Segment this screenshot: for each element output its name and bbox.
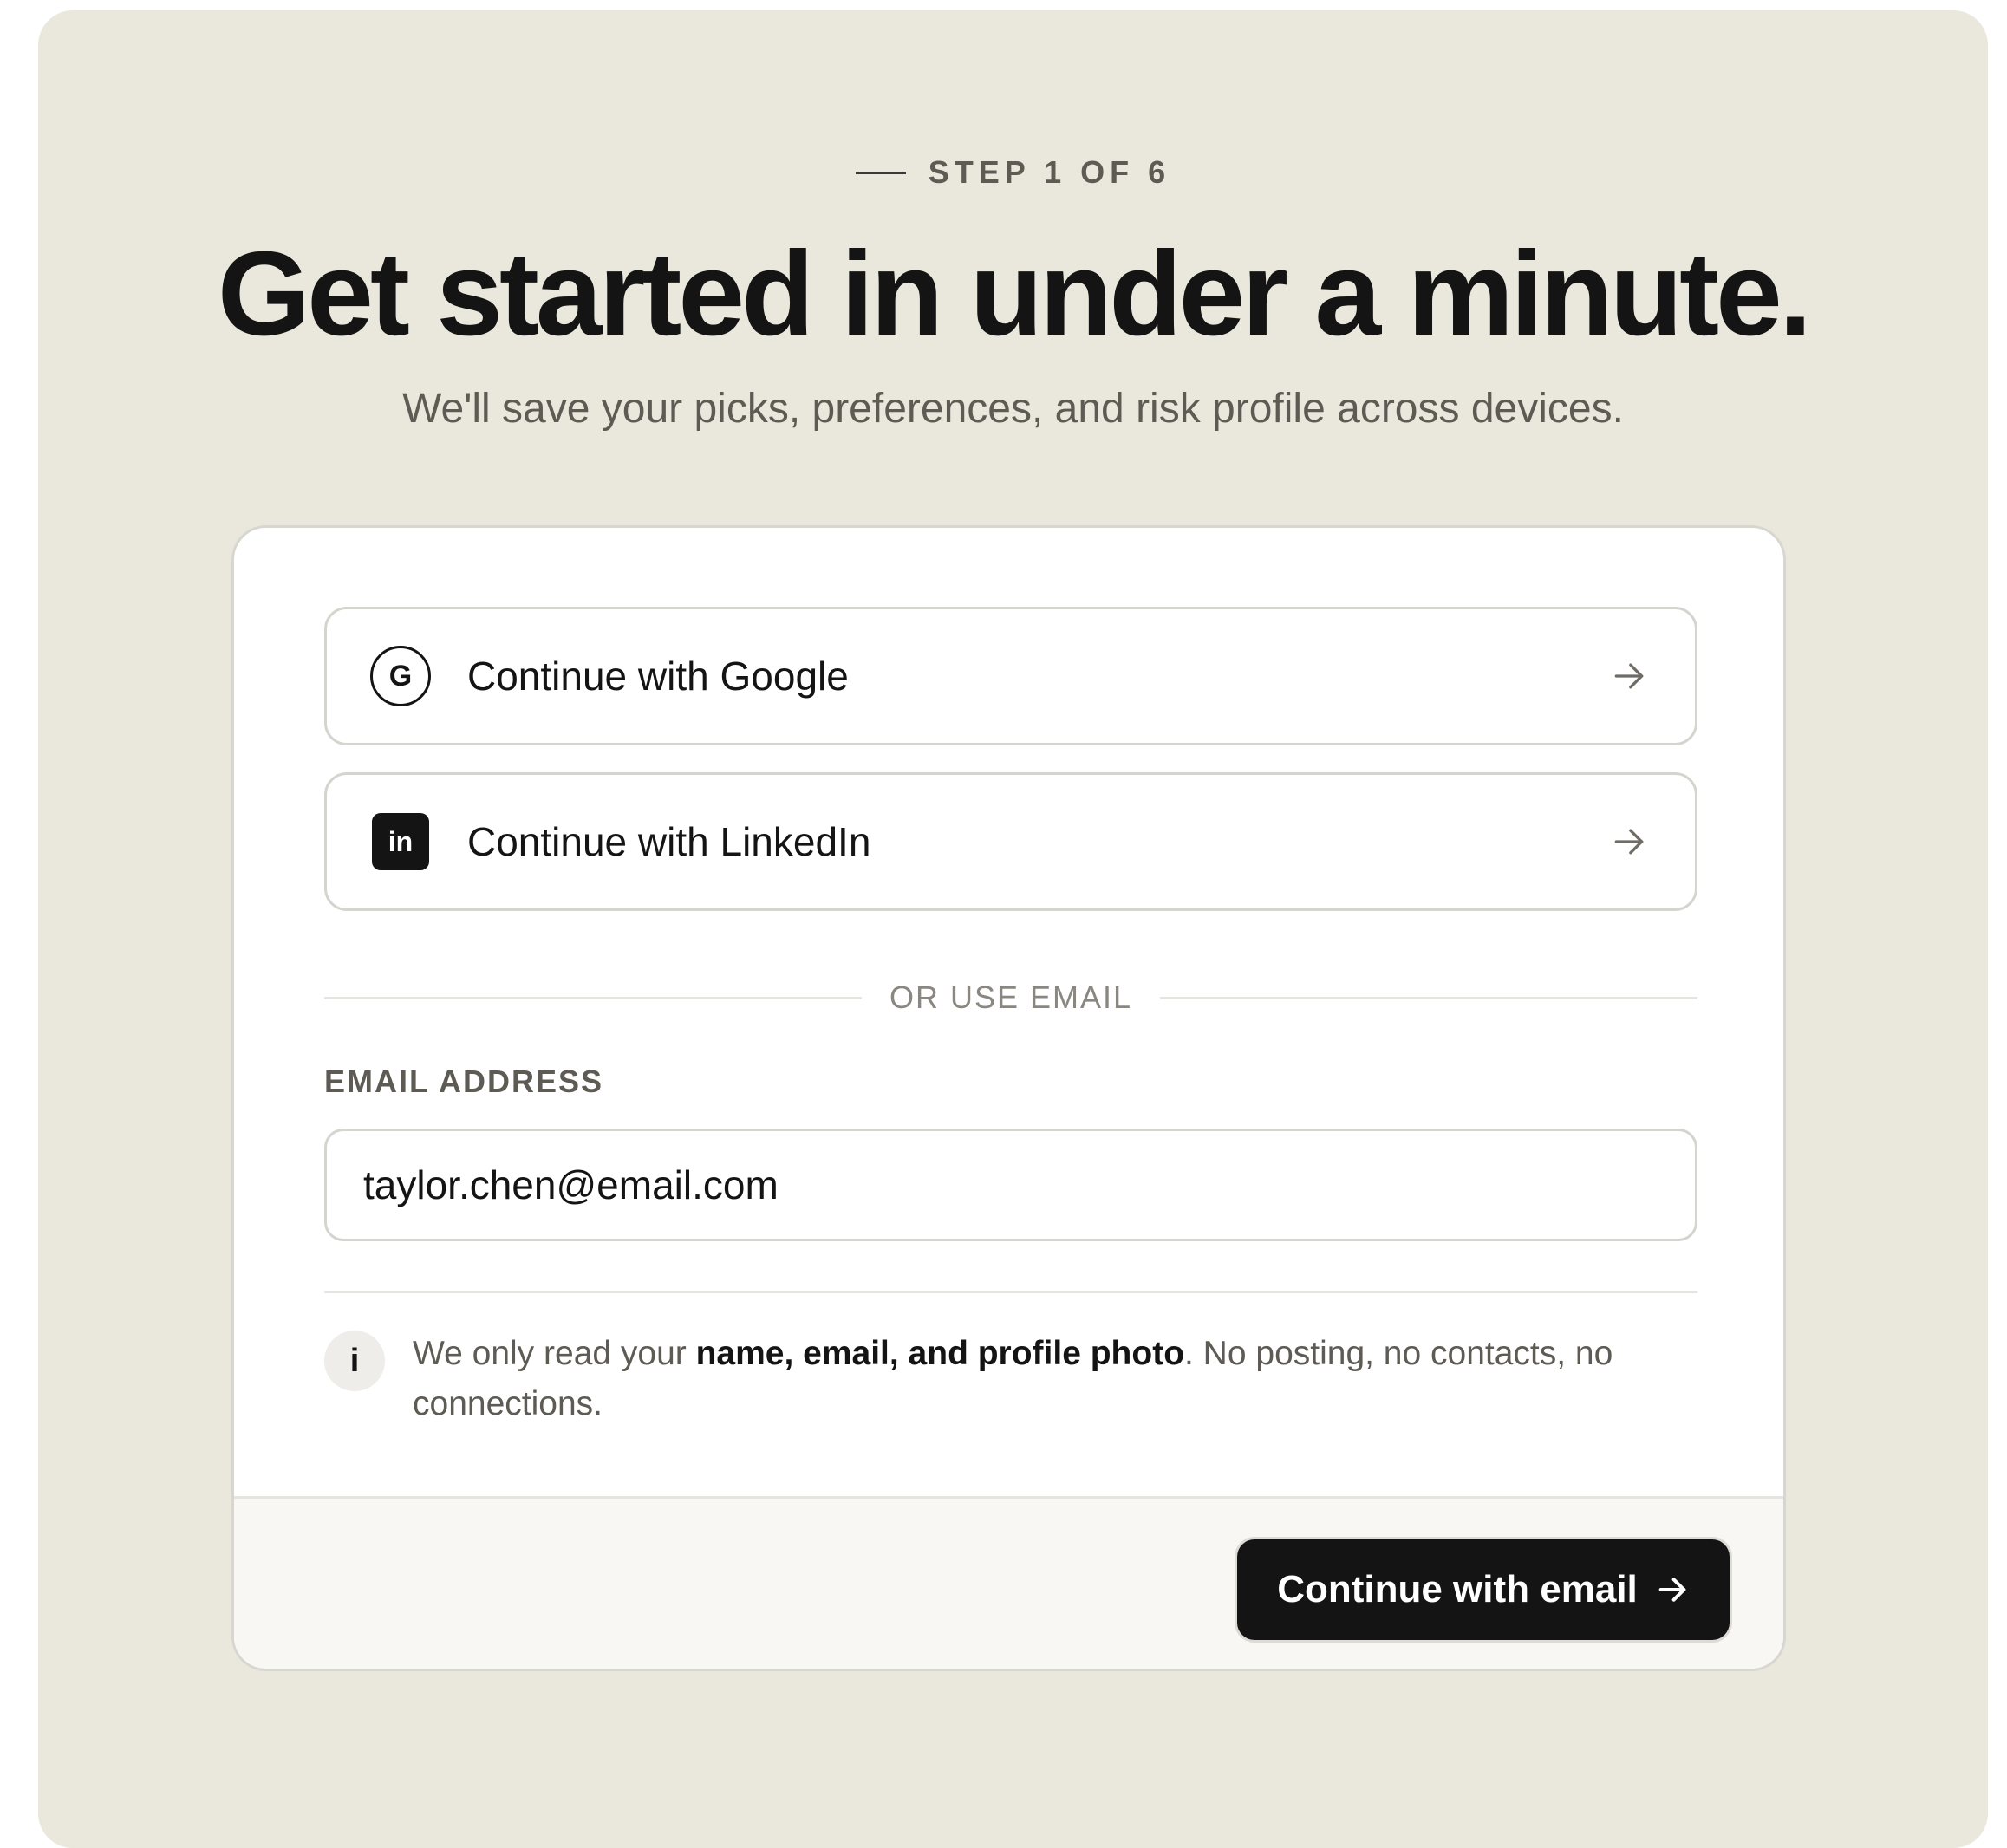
continue-with-google-button[interactable]: G Continue with Google bbox=[324, 607, 1697, 745]
divider-text: OR USE EMAIL bbox=[889, 979, 1133, 1015]
email-field-label: EMAIL ADDRESS bbox=[324, 1064, 604, 1099]
info-icon: i bbox=[324, 1331, 385, 1391]
continue-with-email-label: Continue with email bbox=[1277, 1568, 1638, 1610]
signup-card: G Continue with Google in Continue with … bbox=[231, 525, 1786, 1671]
card-footer: Continue with email bbox=[234, 1496, 1783, 1669]
arrow-right-icon bbox=[1614, 663, 1644, 689]
linkedin-button-label: Continue with LinkedIn bbox=[467, 819, 871, 864]
privacy-note: We only read your name, email, and profi… bbox=[413, 1329, 1696, 1429]
divider-line bbox=[1160, 996, 1697, 999]
google-icon: G bbox=[370, 646, 431, 706]
google-button-label: Continue with Google bbox=[467, 654, 849, 699]
linkedin-icon: in bbox=[372, 813, 429, 870]
divider-line bbox=[324, 996, 862, 999]
continue-with-linkedin-button[interactable]: in Continue with LinkedIn bbox=[324, 772, 1697, 911]
page-subtitle: We'll save your picks, preferences, and … bbox=[402, 386, 1624, 432]
page-background: STEP 1 OF 6 Get started in under a minut… bbox=[38, 10, 1988, 1848]
page-title: Get started in under a minute. bbox=[217, 227, 1812, 361]
step-dash bbox=[855, 171, 906, 174]
email-field[interactable] bbox=[324, 1129, 1697, 1241]
section-separator bbox=[324, 1291, 1697, 1293]
arrow-right-icon bbox=[1658, 1578, 1686, 1602]
continue-with-email-button[interactable]: Continue with email bbox=[1237, 1539, 1730, 1640]
privacy-note-emphasis: name, email, and profile photo bbox=[695, 1335, 1185, 1372]
arrow-right-icon bbox=[1614, 829, 1644, 855]
step-indicator: STEP 1 OF 6 bbox=[38, 154, 1988, 191]
privacy-note-text: We only read your bbox=[413, 1335, 696, 1372]
or-divider: OR USE EMAIL bbox=[324, 979, 1697, 1015]
step-text: STEP 1 OF 6 bbox=[928, 154, 1171, 190]
